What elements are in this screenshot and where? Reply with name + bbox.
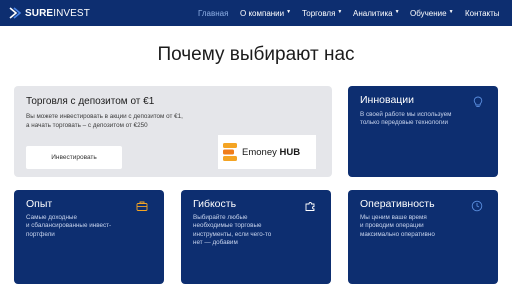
nav-item-label: О компании [240,8,285,18]
chevron-down-icon: ▼ [448,9,454,15]
logo-text: SUREINVEST [25,8,90,19]
promo-text: Вы можете инвестировать в акции с депози… [26,113,226,130]
hub-name: Emoney [242,146,277,158]
emoney-hub-icon [222,142,238,162]
emoney-hub-text: Emoney HUB [242,147,300,158]
card-flexibility[interactable]: Гибкость Выбирайте любые необходимые тор… [181,190,331,284]
promo-title: Торговля с депозитом от €1 [26,96,155,107]
card-text-line: Мы ценим ваше время [360,214,427,221]
card-text: Мы ценим ваше время и проводим операции … [360,214,435,239]
nav-item-home[interactable]: Главная [198,0,228,26]
nav-item-label: Главная [198,8,229,18]
nav-item-analytics[interactable]: Аналитика ▼ [353,0,400,26]
top-navbar: SUREINVEST Главная О компании ▼ Торговля ▼… [0,0,512,26]
card-text-line: только передовые технологии [360,119,449,127]
card-text: В своей работе мы используем только пере… [360,111,451,128]
invest-button[interactable]: Инвестировать [26,146,122,169]
card-text-line: инструменты, если чего-то [193,230,272,238]
nav-item-label: Аналитика [353,8,393,18]
card-title: Опыт [26,198,53,210]
card-efficiency[interactable]: Оперативность Мы ценим ваше время и пров… [348,190,498,284]
clock-icon [471,199,483,212]
logo-text-bold: SURE [25,7,54,19]
emoney-hub-logo[interactable]: Emoney HUB [218,135,316,169]
card-innovations[interactable]: Инновации В своей работе мы используем т… [348,86,498,177]
logo-mark-icon [9,6,23,20]
promo-text-line: а начать торговать – с депозитом от €250 [26,121,148,129]
puzzle-icon [304,199,316,211]
card-text: Самые доходные и сбалансированные инвест… [26,214,111,239]
card-experience[interactable]: Опыт Самые доходные и сбалансированные и… [14,190,164,284]
card-text-line: необходимые торговые [193,222,262,230]
nav-item-trading[interactable]: Торговля ▼ [302,0,342,26]
nav-item-label: Обучение [410,8,447,18]
promo-card: Торговля с депозитом от €1 Вы можете инв… [14,86,332,177]
nav-item-label: Торговля [302,8,336,18]
nav-item-label: Контакты [465,8,500,18]
card-text-line: В своей работе мы используем [360,111,452,118]
card-text-line: и проводим операции [360,222,424,230]
promo-text-line: Вы можете инвестировать в акции с депози… [26,113,183,120]
card-title: Гибкость [193,198,237,210]
card-text: Выбирайте любые необходимые торговые инс… [193,214,271,247]
card-title: Оперативность [360,198,435,210]
nav-item-about[interactable]: О компании ▼ [240,0,291,26]
card-text-line: портфели [26,230,55,238]
lightbulb-icon [472,95,484,107]
nav-item-contacts[interactable]: Контакты [465,0,500,26]
nav-item-education[interactable]: Обучение ▼ [410,0,454,26]
page-title: Почему выбирают нас [157,44,355,65]
chevron-down-icon: ▼ [394,9,400,15]
chevron-down-icon: ▼ [337,9,343,15]
hub-bold: HUB [279,146,301,158]
logo-text-rest: INVEST [53,7,90,19]
card-title: Инновации [360,94,415,106]
briefcase-icon [136,199,148,211]
card-text-line: нет — добавим [193,238,238,246]
chevron-down-icon: ▼ [286,9,292,15]
logo[interactable]: SUREINVEST [9,5,90,21]
card-text-line: максимально оперативно [360,230,435,238]
card-text-line: и сбалансированные инвест- [26,222,112,230]
